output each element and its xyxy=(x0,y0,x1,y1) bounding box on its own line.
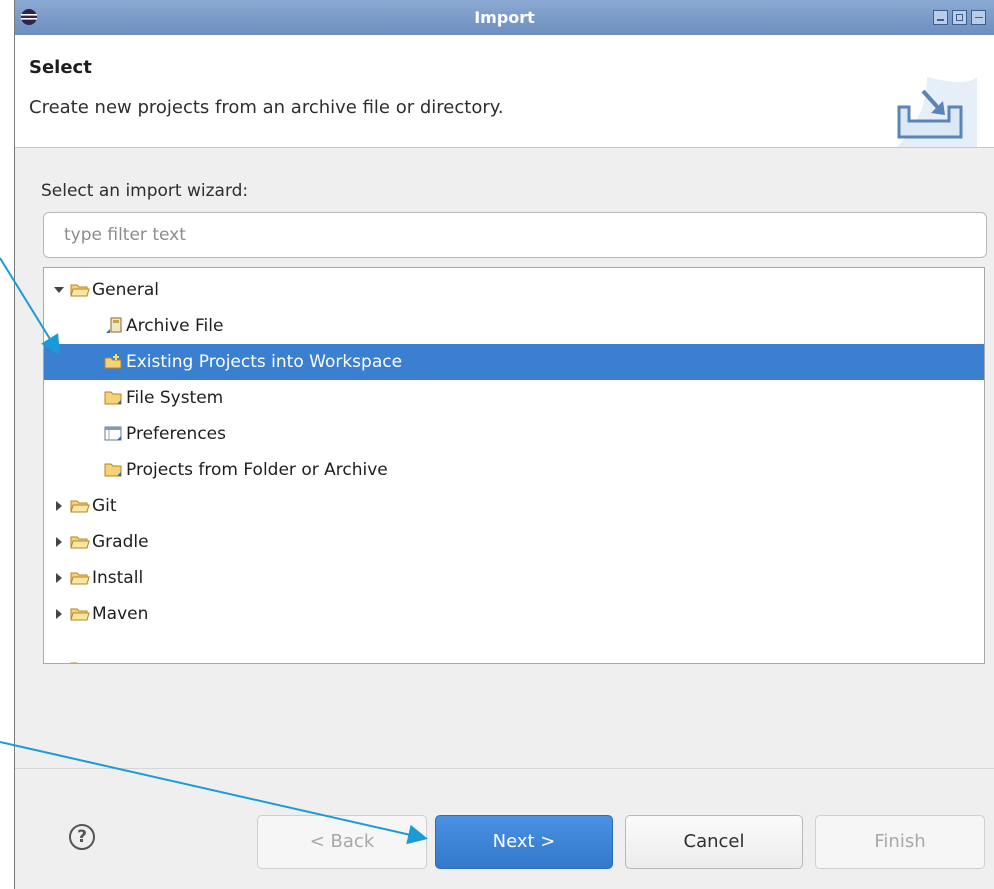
open-folder-icon xyxy=(70,569,90,587)
open-folder-icon xyxy=(70,281,90,299)
expand-arrow-right-icon[interactable] xyxy=(54,537,64,547)
tree-item-clipped[interactable] xyxy=(44,650,984,664)
tree-item-git[interactable]: Git xyxy=(44,488,984,524)
cancel-button[interactable]: Cancel xyxy=(625,815,803,869)
tree-item-archive-file[interactable]: Archive File xyxy=(44,308,984,344)
tree-item-existing-projects[interactable]: Existing Projects into Workspace xyxy=(44,344,984,380)
open-folder-icon xyxy=(70,497,90,515)
import-dialog: Import Select Create new projects from a… xyxy=(14,0,994,889)
tree-item-label: File System xyxy=(126,388,224,408)
tree-item-label: General xyxy=(92,280,159,300)
tree-item-label: Git xyxy=(92,496,117,516)
open-folder-icon xyxy=(70,533,90,551)
back-button[interactable]: < Back xyxy=(257,815,427,869)
tree-item-gradle[interactable]: Gradle xyxy=(44,524,984,560)
tree-item-label: Preferences xyxy=(126,424,226,444)
expand-arrow-right-icon[interactable] xyxy=(54,573,64,583)
minimize-button[interactable] xyxy=(933,10,948,25)
open-folder-icon xyxy=(70,659,90,663)
open-folder-icon xyxy=(70,605,90,623)
tree-item-label: Projects from Folder or Archive xyxy=(126,460,388,480)
help-icon[interactable]: ? xyxy=(69,824,95,850)
tree-item-projects-from-folder[interactable]: Projects from Folder or Archive xyxy=(44,452,984,488)
next-button[interactable]: Next > xyxy=(435,815,613,869)
expand-arrow-right-icon[interactable] xyxy=(54,609,64,619)
import-wizard-icon xyxy=(897,77,977,147)
tree-item-label: Install xyxy=(92,568,144,588)
wizard-tree[interactable]: General Archive File Existing Projects i… xyxy=(43,267,985,664)
tree-item-maven[interactable]: Maven xyxy=(44,596,984,632)
folder-icon xyxy=(104,461,124,479)
tree-item-file-system[interactable]: File System xyxy=(44,380,984,416)
wizard-label: Select an import wizard: xyxy=(41,181,249,201)
filter-input[interactable] xyxy=(43,212,987,258)
tree-item-install[interactable]: Install xyxy=(44,560,984,596)
expand-arrow-right-icon[interactable] xyxy=(54,501,64,511)
existing-projects-icon xyxy=(104,353,124,371)
finish-button[interactable]: Finish xyxy=(815,815,985,869)
title-bar[interactable]: Import xyxy=(15,0,994,36)
page-title: Select xyxy=(29,57,92,78)
folder-icon xyxy=(104,389,124,407)
tree-item-label: Gradle xyxy=(92,532,149,552)
window-title: Import xyxy=(474,8,535,27)
preferences-icon xyxy=(104,425,124,443)
button-bar-separator xyxy=(15,768,994,769)
expand-arrow-right-icon[interactable] xyxy=(54,663,64,664)
tree-item-label: Maven xyxy=(92,604,149,624)
expand-arrow-down-icon[interactable] xyxy=(54,285,64,295)
close-button[interactable] xyxy=(971,10,986,25)
tree-item-label: Archive File xyxy=(126,316,224,336)
page-description: Create new projects from an archive file… xyxy=(29,97,504,118)
tree-item-general[interactable]: General xyxy=(44,272,984,308)
maximize-button[interactable] xyxy=(952,10,967,25)
tree-item-label: Existing Projects into Workspace xyxy=(126,352,403,372)
wizard-header: Select Create new projects from an archi… xyxy=(15,35,994,148)
tree-item-preferences[interactable]: Preferences xyxy=(44,416,984,452)
archive-file-icon xyxy=(104,317,124,335)
